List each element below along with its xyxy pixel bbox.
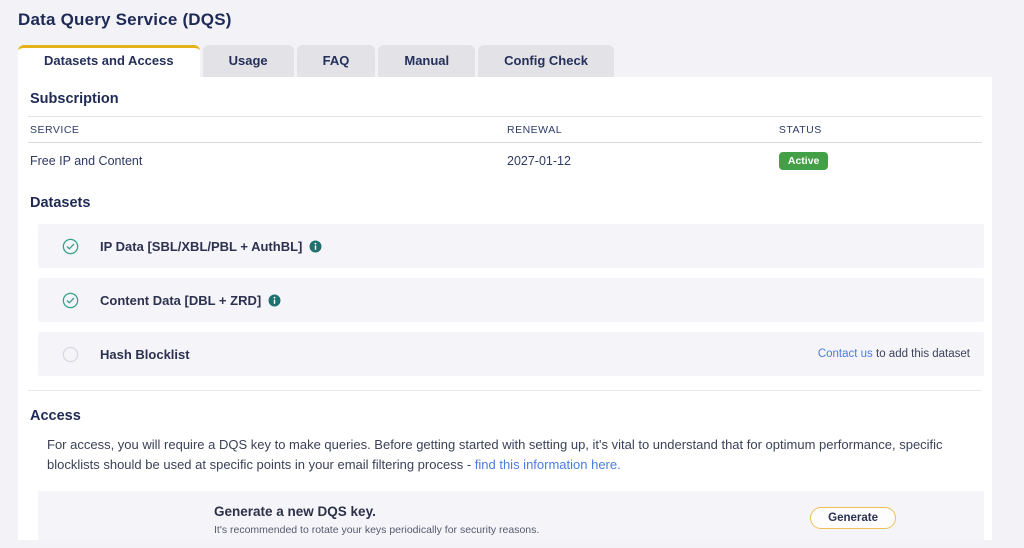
generate-key-text: Generate a new DQS key. It's recommended… <box>214 504 539 536</box>
dataset-action-text: Contact us to add this dataset <box>818 348 970 360</box>
dataset-row-hash-blocklist[interactable]: Hash Blocklist Contact us to add this da… <box>38 332 984 376</box>
subscription-table-row: Free IP and Content 2027-01-12 Active <box>28 143 982 180</box>
access-heading: Access <box>30 408 980 424</box>
subscription-table: SERVICE RENEWAL STATUS Free IP and Conte… <box>28 116 982 180</box>
tab-config-check[interactable]: Config Check <box>478 45 614 77</box>
column-header-renewal: RENEWAL <box>505 124 777 136</box>
dataset-label: Hash Blocklist <box>100 347 190 362</box>
section-divider <box>28 390 982 391</box>
find-information-link[interactable]: find this information here. <box>475 457 621 472</box>
subscription-heading: Subscription <box>30 91 980 107</box>
generate-button-wrap: Generate <box>810 504 896 529</box>
tab-bar: Datasets and Access Usage FAQ Manual Con… <box>0 45 1024 77</box>
datasets-heading: Datasets <box>30 195 980 211</box>
page-title: Data Query Service (DQS) <box>0 0 1024 30</box>
empty-circle-icon <box>62 346 79 363</box>
dataset-row-ip-data[interactable]: IP Data [SBL/XBL/PBL + AuthBL] <box>38 224 984 268</box>
dataset-row-content-data[interactable]: Content Data [DBL + ZRD] <box>38 278 984 322</box>
check-circle-icon <box>62 292 79 309</box>
generate-button[interactable]: Generate <box>810 507 896 529</box>
dataset-label: Content Data [DBL + ZRD] <box>100 293 281 308</box>
dataset-label: IP Data [SBL/XBL/PBL + AuthBL] <box>100 239 322 254</box>
service-cell: Free IP and Content <box>28 154 505 168</box>
tab-manual[interactable]: Manual <box>378 45 475 77</box>
generate-key-subtitle: It's recommended to rotate your keys per… <box>214 524 539 536</box>
subscription-table-header: SERVICE RENEWAL STATUS <box>28 116 982 143</box>
tab-datasets-and-access[interactable]: Datasets and Access <box>18 45 200 77</box>
info-icon[interactable] <box>309 240 322 253</box>
generate-key-row: Generate a new DQS key. It's recommended… <box>38 491 984 540</box>
tab-panel-datasets-and-access: Subscription SERVICE RENEWAL STATUS Free… <box>18 77 992 540</box>
generate-key-title: Generate a new DQS key. <box>214 504 539 519</box>
status-badge: Active <box>779 152 829 170</box>
contact-us-link[interactable]: Contact us <box>818 348 873 360</box>
column-header-status: STATUS <box>777 124 982 136</box>
check-circle-icon <box>62 238 79 255</box>
info-icon[interactable] <box>268 294 281 307</box>
access-paragraph: For access, you will require a DQS key t… <box>47 435 962 474</box>
tab-usage[interactable]: Usage <box>203 45 294 77</box>
column-header-service: SERVICE <box>28 124 505 136</box>
status-cell: Active <box>777 152 982 170</box>
tab-faq[interactable]: FAQ <box>297 45 376 77</box>
renewal-cell: 2027-01-12 <box>505 154 777 168</box>
